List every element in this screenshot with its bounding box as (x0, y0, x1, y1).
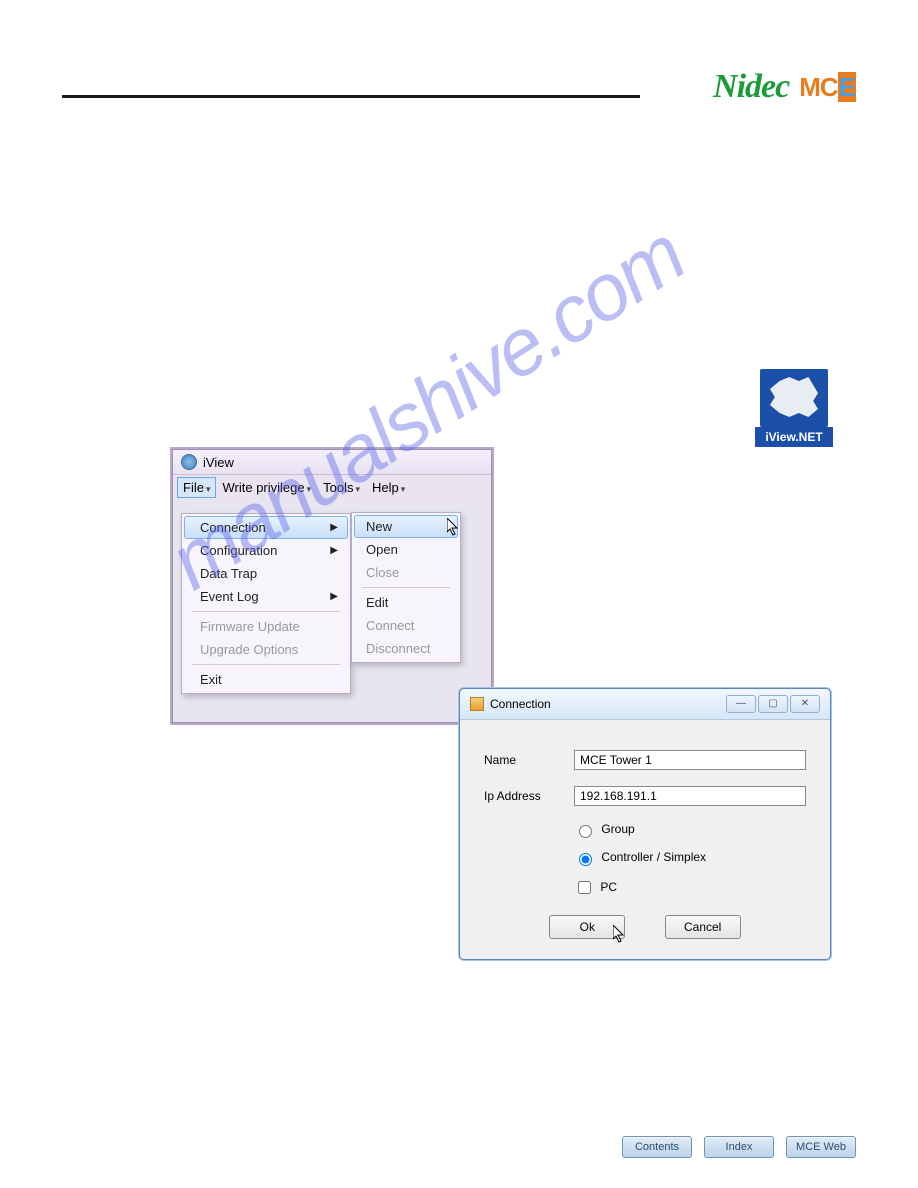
file-exit[interactable]: Exit (184, 668, 348, 691)
ip-label: Ip Address (484, 789, 574, 803)
file-dropdown: Connection ▶ Configuration ▶ Data Trap E… (181, 513, 351, 694)
caret-down-icon: ▾ (354, 484, 361, 494)
connection-connect: Connect (354, 614, 458, 637)
connection-disconnect: Disconnect (354, 637, 458, 660)
menu-separator (192, 664, 340, 665)
title-bar: iView (173, 450, 491, 475)
shortcut-tile (760, 369, 828, 427)
menu-bar: File▾ Write privilege▾ Tools▾ Help▾ (173, 475, 491, 500)
wrench-gear-icon (770, 377, 818, 417)
logo-nidec: Nidec (713, 68, 789, 106)
file-event-log[interactable]: Event Log ▶ (184, 585, 348, 608)
close-button[interactable]: ✕ (790, 695, 820, 713)
caret-down-icon: ▾ (305, 484, 312, 494)
connection-dialog: Connection — ▢ ✕ Name Ip Address Group C… (459, 688, 831, 960)
file-connection[interactable]: Connection ▶ (184, 516, 348, 539)
minimize-button[interactable]: — (726, 695, 756, 713)
window-controls: — ▢ ✕ (726, 695, 820, 713)
connection-open[interactable]: Open (354, 538, 458, 561)
caret-down-icon: ▾ (399, 484, 406, 494)
maximize-button[interactable]: ▢ (758, 695, 788, 713)
menu-tools[interactable]: Tools▾ (317, 477, 366, 498)
menu-separator (362, 587, 450, 588)
dialog-button-row: Ok Cancel (484, 915, 806, 939)
connection-close: Close (354, 561, 458, 584)
check-pc[interactable]: PC (574, 880, 617, 894)
chevron-right-icon: ▶ (330, 545, 338, 556)
radio-controller-row: Controller / Simplex (574, 850, 806, 866)
window-title: iView (203, 455, 234, 470)
menu-file[interactable]: File▾ (177, 477, 216, 498)
chevron-right-icon: ▶ (330, 591, 338, 602)
cancel-button[interactable]: Cancel (665, 915, 741, 939)
file-upgrade-options: Upgrade Options (184, 638, 348, 661)
dialog-title: Connection (490, 697, 551, 711)
menu-write-privilege[interactable]: Write privilege▾ (216, 477, 317, 498)
chevron-right-icon: ▶ (330, 522, 338, 533)
iview-window: iView File▾ Write privilege▾ Tools▾ Help… (172, 449, 492, 723)
header-rule (62, 95, 640, 98)
radio-group[interactable]: Group (574, 822, 635, 836)
radio-controller[interactable]: Controller / Simplex (574, 850, 706, 864)
file-configuration[interactable]: Configuration ▶ (184, 539, 348, 562)
connection-submenu: New Open Close Edit Connect Disconnect (351, 512, 461, 663)
name-label: Name (484, 753, 574, 767)
dialog-body: Name Ip Address Group Controller / Simpl… (460, 720, 830, 959)
footer-index[interactable]: Index (704, 1136, 774, 1158)
shortcut-label: iView.NET (755, 427, 833, 447)
dialog-icon (470, 697, 484, 711)
name-field[interactable] (574, 750, 806, 770)
logo-mce: MCE (799, 72, 856, 103)
ok-button[interactable]: Ok (549, 915, 625, 939)
app-icon (181, 454, 197, 470)
check-pc-row: PC (574, 878, 806, 897)
menu-separator (192, 611, 340, 612)
file-data-trap[interactable]: Data Trap (184, 562, 348, 585)
radio-group-row: Group (574, 822, 806, 838)
footer-contents[interactable]: Contents (622, 1136, 692, 1158)
connection-new[interactable]: New (354, 515, 458, 538)
dialog-title-bar: Connection — ▢ ✕ (460, 689, 830, 720)
connection-edit[interactable]: Edit (354, 591, 458, 614)
iview-net-shortcut[interactable]: iView.NET (755, 369, 833, 447)
caret-down-icon: ▾ (204, 484, 211, 494)
footer-mceweb[interactable]: MCE Web (786, 1136, 856, 1158)
menu-help[interactable]: Help▾ (366, 477, 411, 498)
footer-buttons: Contents Index MCE Web (622, 1136, 856, 1158)
logo-group: Nidec MCE (713, 68, 856, 106)
file-firmware-update: Firmware Update (184, 615, 348, 638)
ip-field[interactable] (574, 786, 806, 806)
